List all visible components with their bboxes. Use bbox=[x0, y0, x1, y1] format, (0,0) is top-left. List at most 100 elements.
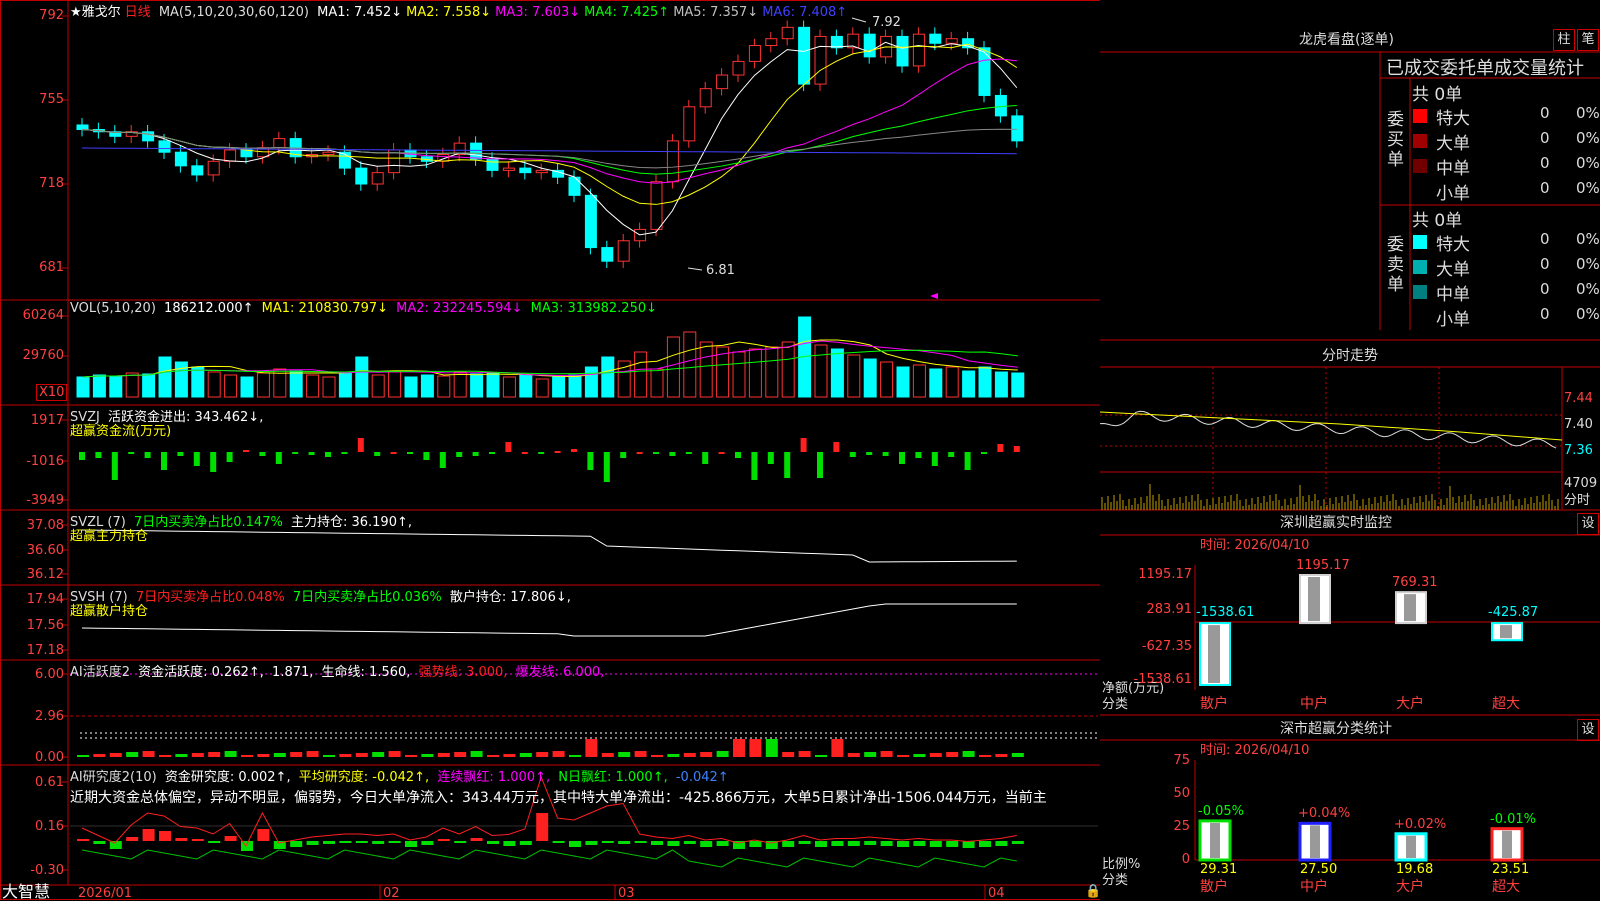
volume-ma5-line bbox=[82, 339, 1018, 378]
svzj-bar bbox=[193, 452, 200, 466]
ai-research-bar bbox=[77, 839, 89, 841]
ai-activity-bar bbox=[241, 755, 253, 757]
ai-research-bar bbox=[552, 841, 565, 843]
ai-research-bar bbox=[585, 841, 598, 845]
sell-total: 共 0单 bbox=[1412, 211, 1463, 231]
svzj-bar bbox=[210, 452, 217, 472]
stock-title: ★雅戈尔 bbox=[70, 5, 121, 20]
ai-activity-bar bbox=[191, 753, 204, 757]
ai-activity-bar bbox=[159, 755, 171, 757]
sz-monitor-category-4: 超大 bbox=[1492, 696, 1520, 712]
fenshi-vol-tick: 4709 bbox=[1564, 476, 1598, 491]
sz-stats-title: 深市超赢分类统计 bbox=[1280, 721, 1392, 737]
volume-bar bbox=[1011, 372, 1025, 398]
sz-monitor-settings-button[interactable]: 设 bbox=[1577, 513, 1599, 535]
sz-stats-value-4: 23.51 bbox=[1492, 862, 1530, 877]
buy-row-value-3: 0 bbox=[1540, 154, 1550, 172]
volume-bar bbox=[666, 336, 680, 398]
candle-body bbox=[945, 38, 958, 44]
ai2-part3: 连续飘红: 1.000↑, bbox=[437, 770, 551, 785]
low-price-mark: 6.81 bbox=[706, 263, 735, 278]
sz-stats-bar-shade-4 bbox=[1502, 830, 1512, 858]
candle-body bbox=[765, 38, 778, 47]
volume-bar bbox=[994, 371, 1008, 398]
ai-research-bar bbox=[175, 838, 188, 841]
svzj-bar bbox=[702, 452, 709, 464]
buy-row-value-1: 0 bbox=[1540, 104, 1550, 122]
ai-activity-bar bbox=[339, 754, 352, 757]
candle-body bbox=[650, 181, 663, 230]
volume-bar bbox=[896, 366, 910, 398]
svzj-bar bbox=[275, 452, 282, 464]
ai1-ytick-1: 6.00 bbox=[35, 667, 64, 682]
bar-mode-button[interactable]: 柱 bbox=[1553, 29, 1575, 51]
ai-research-bar bbox=[897, 841, 909, 847]
sz-stats-settings-button[interactable]: 设 bbox=[1577, 719, 1599, 741]
volume-bar bbox=[453, 371, 467, 398]
brand-label: 大智慧 bbox=[2, 882, 51, 901]
ai-research-bar bbox=[601, 841, 614, 843]
svzj-bar bbox=[390, 452, 397, 454]
svzj-bar bbox=[866, 452, 873, 455]
ai2-header: AI研究度2(10) 资金研究度: 0.002↑, 平均研究度: -0.042↑… bbox=[70, 766, 733, 785]
svzj-bars bbox=[79, 438, 1020, 482]
main-chart-area[interactable] bbox=[0, 0, 1100, 900]
sz-monitor-category-3: 大户 bbox=[1396, 696, 1424, 712]
lock-icon[interactable]: 🔒 bbox=[1085, 884, 1101, 899]
candle-body bbox=[76, 124, 89, 131]
vol-value: 186212.000↑ bbox=[164, 301, 254, 316]
sell-row-name-2: 大单 bbox=[1436, 260, 1470, 280]
sz-stats-value-3: 19.68 bbox=[1396, 862, 1434, 877]
main-ytick-4: 681 bbox=[39, 260, 64, 275]
buy-row-value-4: 0 bbox=[1540, 179, 1550, 197]
volume-bar bbox=[978, 366, 992, 398]
ai-activity-bar bbox=[93, 754, 106, 757]
ai-activity-bar bbox=[683, 753, 696, 757]
ai-activity-bar bbox=[995, 754, 1008, 757]
svzj-bar bbox=[915, 452, 922, 458]
sz-monitor-value-3: 769.31 bbox=[1392, 575, 1438, 591]
ai-activity-bar bbox=[847, 753, 860, 757]
sell-row-pct-2: 0% bbox=[1576, 255, 1600, 273]
tick-mode-button[interactable]: 笔 bbox=[1577, 29, 1599, 51]
ai2-ytick-3: -0.30 bbox=[30, 863, 64, 878]
sz-stats-bars bbox=[1198, 819, 1524, 862]
xtick-apr: 04 bbox=[988, 886, 1005, 901]
ai-research-bar bbox=[1011, 841, 1024, 844]
sell-row-value-3: 0 bbox=[1540, 280, 1550, 298]
ai-activity-bar bbox=[109, 753, 122, 757]
svsh-part1: 7日内买卖净占比0.048% bbox=[135, 590, 285, 605]
ai-research-bar bbox=[651, 841, 663, 845]
fenshi-title[interactable]: 分时走势 bbox=[1322, 349, 1378, 364]
ma10-line bbox=[81, 43, 1018, 205]
ma20-line bbox=[81, 58, 1017, 184]
ai-activity-bar bbox=[798, 751, 811, 757]
svzj-bar bbox=[243, 450, 249, 452]
sell-row-name-1: 特大 bbox=[1436, 235, 1470, 255]
sz-stats-category-2: 中户 bbox=[1300, 879, 1328, 895]
volume-bar bbox=[912, 364, 926, 398]
sz-monitor-ytick-2: 283.91 bbox=[1146, 602, 1193, 617]
svzj-bar bbox=[111, 452, 118, 480]
buy-row-swatch-2 bbox=[1413, 134, 1427, 148]
ai-activity-bar bbox=[421, 754, 434, 757]
ai-activity-bar bbox=[552, 751, 565, 757]
sz-monitor-title: 深圳超赢实时监控 bbox=[1280, 515, 1392, 531]
ai-research-bar bbox=[241, 841, 253, 851]
period-label[interactable]: 日线 bbox=[125, 5, 151, 20]
candle-body bbox=[601, 247, 614, 262]
volume-bar bbox=[748, 348, 762, 398]
sz-stats-time: 时间: 2026/04/10 bbox=[1200, 743, 1310, 758]
svzj-ytick-3: -3949 bbox=[26, 493, 64, 508]
svzj-bar bbox=[1013, 446, 1020, 452]
svzj-bar bbox=[653, 452, 659, 454]
vol-ma2: MA2: 232245.594↓ bbox=[396, 301, 523, 316]
sz-stats-ytick-4: 0 bbox=[1181, 852, 1190, 867]
svzj-bar bbox=[259, 452, 266, 456]
candle-body bbox=[142, 131, 155, 142]
volume-bar bbox=[289, 370, 303, 398]
ai-activity-bar bbox=[946, 752, 959, 757]
svzl-part1: 7日内买卖净占比0.147% bbox=[133, 515, 283, 530]
ma-value-3: MA3: 7.603↓ bbox=[495, 5, 581, 20]
sz-stats-bar-shade-1 bbox=[1210, 822, 1220, 858]
